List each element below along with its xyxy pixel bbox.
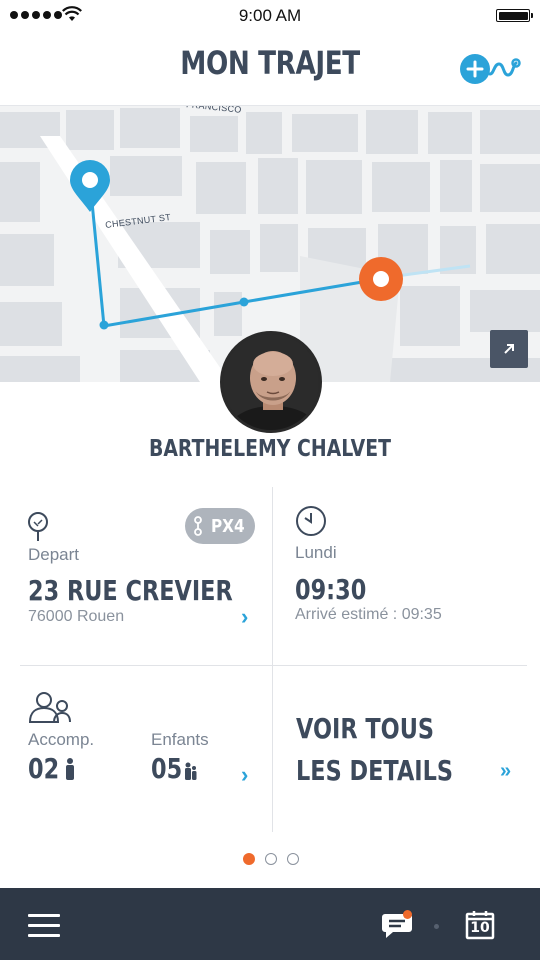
departure-city: 76000 Rouen [28,608,125,625]
child-icon [185,762,197,780]
clock-icon [296,506,326,536]
battery-icon [496,9,533,22]
page-dot[interactable] [265,853,277,865]
vehicle-badge-label: PX4 [211,515,245,537]
people-icon [28,692,71,723]
page-dot-active[interactable] [243,853,255,865]
double-chevron-icon[interactable]: » [500,760,511,783]
departure-address: 23 RUE CREVIER [28,574,233,607]
grid-divider-vertical [272,487,273,832]
status-bar: 9:00 AM [0,0,540,30]
children-label: Enfants [151,730,209,749]
page-title: MON TRAJET [180,44,360,82]
notification-badge [403,910,412,919]
companions-count: 02 [28,752,60,785]
vehicle-badge: PX4 [185,508,255,544]
calendar-day: 10 [470,920,490,936]
view-all-details-link[interactable]: VOIR TOUS LES DETAILS [296,708,456,792]
departure-label: Depart [28,545,80,564]
grid-divider-horizontal [20,665,527,666]
page-dot[interactable] [287,853,299,865]
location-tree-icon [28,512,48,541]
status-time: 9:00 AM [238,6,302,25]
expand-map-button[interactable] [490,330,528,368]
app-header: MON TRAJET [0,30,540,106]
separator-dot [434,924,439,929]
calendar-button[interactable]: 10 [465,910,495,940]
hamburger-menu-icon[interactable] [28,914,60,937]
route-marker-icon [194,516,203,536]
add-route-button[interactable] [458,50,522,88]
driver-avatar[interactable] [220,331,322,433]
bottom-navigation: 10 [0,888,540,960]
adult-icon [66,758,74,780]
driver-name: BARTHELEMY CHALVET [148,436,392,462]
companions-label: Accomp. [28,730,95,749]
expand-arrow-icon [504,344,514,354]
schedule-day: Lundi [295,543,337,562]
children-count: 05 [151,752,183,785]
page-indicator [243,853,299,865]
departure-chevron-icon[interactable]: › [241,604,248,630]
estimated-arrival: Arrivé estimé : 09:35 [295,606,442,623]
schedule-time: 09:30 [295,573,367,606]
passengers-chevron-icon[interactable]: › [241,762,248,788]
